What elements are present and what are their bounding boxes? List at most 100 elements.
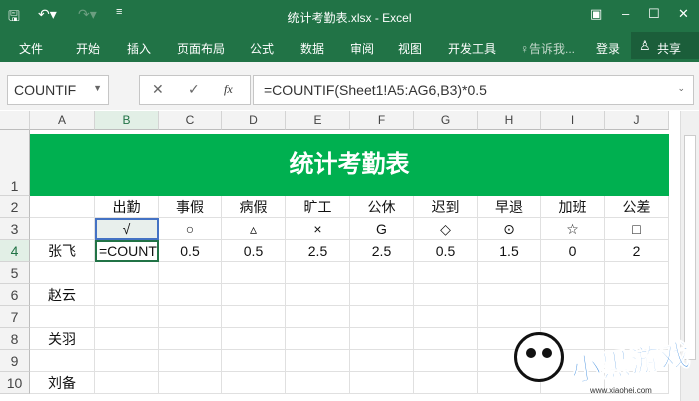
header-cell[interactable]: 事假 bbox=[159, 196, 222, 218]
row-header-10[interactable]: 10 bbox=[0, 372, 30, 394]
symbol-cell[interactable]: ◇ bbox=[414, 218, 478, 240]
cell[interactable] bbox=[159, 328, 222, 350]
tab-view[interactable]: 视图 bbox=[398, 40, 422, 57]
cell[interactable] bbox=[30, 306, 95, 328]
cell[interactable] bbox=[414, 262, 478, 284]
cell[interactable] bbox=[350, 284, 414, 306]
tab-developer[interactable]: 开发工具 bbox=[448, 40, 496, 57]
cell[interactable] bbox=[350, 350, 414, 372]
data-cell[interactable]: 0.5 bbox=[159, 240, 222, 262]
chevron-down-icon[interactable]: ▼ bbox=[93, 83, 102, 93]
header-cell[interactable]: 旷工 bbox=[286, 196, 350, 218]
cell[interactable] bbox=[95, 284, 159, 306]
cell[interactable] bbox=[30, 262, 95, 284]
name-cell[interactable]: 赵云 bbox=[30, 284, 95, 306]
scrollbar-thumb[interactable] bbox=[684, 135, 696, 360]
cell[interactable] bbox=[286, 350, 350, 372]
tab-insert[interactable]: 插入 bbox=[127, 40, 151, 57]
cell[interactable] bbox=[541, 284, 605, 306]
active-cell-b4[interactable]: =COUNT bbox=[95, 240, 159, 262]
data-cell[interactable]: 2.5 bbox=[350, 240, 414, 262]
cell[interactable] bbox=[159, 372, 222, 394]
cell[interactable] bbox=[286, 328, 350, 350]
cancel-icon[interactable]: ✕ bbox=[152, 81, 164, 98]
cell[interactable] bbox=[95, 262, 159, 284]
tab-review[interactable]: 审阅 bbox=[350, 40, 374, 57]
referenced-cell-b3[interactable]: √ bbox=[95, 218, 159, 240]
cell[interactable] bbox=[541, 262, 605, 284]
enter-icon[interactable]: ✓ bbox=[188, 81, 200, 98]
column-header-H[interactable]: H bbox=[478, 111, 541, 130]
column-header-A[interactable]: A bbox=[30, 111, 95, 130]
cell[interactable] bbox=[30, 350, 95, 372]
symbol-cell[interactable] bbox=[30, 218, 95, 240]
cell[interactable] bbox=[222, 350, 286, 372]
cell[interactable] bbox=[605, 262, 669, 284]
symbol-cell[interactable]: ☆ bbox=[541, 218, 605, 240]
name-box[interactable]: COUNTIF ▼ bbox=[7, 75, 109, 105]
cell[interactable] bbox=[605, 284, 669, 306]
symbol-cell[interactable]: ⊙ bbox=[478, 218, 541, 240]
cell[interactable] bbox=[350, 328, 414, 350]
data-cell[interactable]: 2 bbox=[605, 240, 669, 262]
expand-formula-icon[interactable]: ⌄ bbox=[677, 83, 685, 94]
formula-input[interactable]: =COUNTIF(Sheet1!A5:AG6,B3)*0.5 ⌄ bbox=[253, 75, 694, 105]
select-all-corner[interactable] bbox=[0, 111, 30, 130]
cell[interactable] bbox=[478, 262, 541, 284]
cell[interactable] bbox=[222, 262, 286, 284]
data-cell[interactable]: 0.5 bbox=[222, 240, 286, 262]
cell[interactable] bbox=[222, 306, 286, 328]
share-button[interactable]: ♙ 共享 bbox=[631, 32, 699, 59]
row-header-5[interactable]: 5 bbox=[0, 262, 30, 284]
header-cell[interactable]: 病假 bbox=[222, 196, 286, 218]
column-header-G[interactable]: G bbox=[414, 111, 478, 130]
row-header-7[interactable]: 7 bbox=[0, 306, 30, 328]
cell[interactable] bbox=[414, 328, 478, 350]
maximize-icon[interactable]: ☐ bbox=[648, 6, 660, 22]
insert-function-icon[interactable]: fx bbox=[224, 82, 233, 97]
row-header-3[interactable]: 3 bbox=[0, 218, 30, 240]
ribbon-display-icon[interactable]: ▣ bbox=[590, 6, 602, 22]
data-cell[interactable]: 1.5 bbox=[478, 240, 541, 262]
cell[interactable] bbox=[414, 306, 478, 328]
cell[interactable] bbox=[222, 284, 286, 306]
cell[interactable] bbox=[286, 262, 350, 284]
tab-home[interactable]: 开始 bbox=[76, 40, 100, 57]
cell[interactable] bbox=[350, 372, 414, 394]
row-header-2[interactable]: 2 bbox=[0, 196, 30, 218]
cell[interactable] bbox=[159, 262, 222, 284]
cell[interactable] bbox=[605, 306, 669, 328]
cell[interactable] bbox=[541, 306, 605, 328]
symbol-cell[interactable]: ○ bbox=[159, 218, 222, 240]
cell[interactable] bbox=[350, 306, 414, 328]
data-cell[interactable]: 张飞 bbox=[30, 240, 95, 262]
cell[interactable] bbox=[222, 372, 286, 394]
row-header-1[interactable]: 1 bbox=[0, 130, 30, 196]
header-cell[interactable]: 早退 bbox=[478, 196, 541, 218]
row-header-6[interactable]: 6 bbox=[0, 284, 30, 306]
tell-me[interactable]: ♀告诉我... bbox=[520, 40, 575, 57]
header-cell[interactable]: 迟到 bbox=[414, 196, 478, 218]
column-header-F[interactable]: F bbox=[350, 111, 414, 130]
column-header-D[interactable]: D bbox=[222, 111, 286, 130]
column-header-B[interactable]: B bbox=[95, 111, 159, 130]
cell[interactable] bbox=[414, 350, 478, 372]
column-header-E[interactable]: E bbox=[286, 111, 350, 130]
column-header-I[interactable]: I bbox=[541, 111, 605, 130]
tab-formulas[interactable]: 公式 bbox=[250, 40, 274, 57]
close-icon[interactable]: ✕ bbox=[678, 6, 689, 22]
cell[interactable] bbox=[222, 328, 286, 350]
header-cell[interactable]: 公差 bbox=[605, 196, 669, 218]
column-header-C[interactable]: C bbox=[159, 111, 222, 130]
cell[interactable] bbox=[159, 284, 222, 306]
symbol-cell[interactable]: G bbox=[350, 218, 414, 240]
cell[interactable] bbox=[286, 284, 350, 306]
login-link[interactable]: 登录 bbox=[596, 40, 620, 57]
column-header-J[interactable]: J bbox=[605, 111, 669, 130]
header-cell[interactable] bbox=[30, 196, 95, 218]
header-cell[interactable]: 加班 bbox=[541, 196, 605, 218]
symbol-cell[interactable]: × bbox=[286, 218, 350, 240]
header-cell[interactable]: 公休 bbox=[350, 196, 414, 218]
symbol-cell[interactable]: ▵ bbox=[222, 218, 286, 240]
cell[interactable] bbox=[478, 306, 541, 328]
